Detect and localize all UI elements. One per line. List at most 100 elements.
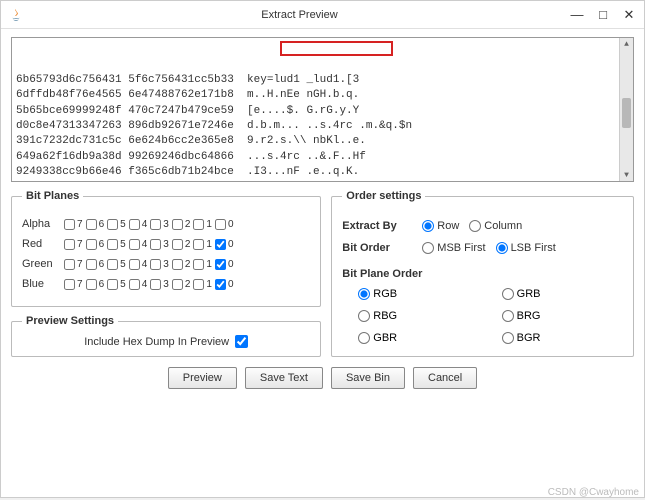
hexdump-preview: 6b65793d6c756431 5f6c756431cc5b33 key=lu…	[11, 37, 634, 182]
left-panels: Bit Planes Alpha76543210Red76543210Green…	[11, 190, 321, 357]
bit-alpha-4: 4	[129, 219, 148, 230]
bit-checkbox-alpha-3[interactable]	[150, 219, 161, 230]
bit-checkbox-red-1[interactable]	[193, 239, 204, 250]
bit-blue-3: 3	[150, 279, 169, 290]
bitplane-row-blue: Blue76543210	[22, 278, 310, 290]
bit-green-4: 4	[129, 259, 148, 270]
bit-alpha-5: 5	[107, 219, 126, 230]
bit-checkbox-blue-2[interactable]	[172, 279, 183, 290]
bit-red-6: 6	[86, 239, 105, 250]
bit-red-1: 1	[193, 239, 212, 250]
bit-blue-5: 5	[107, 279, 126, 290]
order-settings-fieldset: Order settings Extract By RowColumn Bit …	[331, 190, 634, 357]
bit-order-lsb-first[interactable]: LSB First	[496, 242, 556, 254]
bit-checkbox-green-0[interactable]	[215, 259, 226, 270]
bit-alpha-7: 7	[64, 219, 83, 230]
bit-alpha-0: 0	[215, 219, 234, 230]
bit-checkbox-green-2[interactable]	[172, 259, 183, 270]
bitplane-label-blue: Blue	[22, 278, 64, 290]
bit-blue-6: 6	[86, 279, 105, 290]
bit-alpha-6: 6	[86, 219, 105, 230]
extract-by-radio-row[interactable]	[422, 220, 434, 232]
extract-by-row[interactable]: Row	[422, 220, 459, 232]
bit-green-2: 2	[172, 259, 191, 270]
content: 6b65793d6c756431 5f6c756431cc5b33 key=lu…	[1, 29, 644, 497]
plane-order-bgr[interactable]: BGR	[502, 332, 623, 344]
include-hexdump-label: Include Hex Dump In Preview	[84, 336, 229, 348]
bit-checkbox-green-4[interactable]	[129, 259, 140, 270]
plane-order-rbg[interactable]: RBG	[358, 310, 479, 322]
bit-checkbox-blue-1[interactable]	[193, 279, 204, 290]
bit-checkbox-blue-7[interactable]	[64, 279, 75, 290]
cancel-button[interactable]: Cancel	[413, 367, 477, 389]
bit-checkbox-red-0[interactable]	[215, 239, 226, 250]
bitplane-label-red: Red	[22, 238, 64, 250]
bitplane-label-green: Green	[22, 258, 64, 270]
bit-alpha-3: 3	[150, 219, 169, 230]
bit-red-4: 4	[129, 239, 148, 250]
bit-checkbox-blue-6[interactable]	[86, 279, 97, 290]
scroll-up-icon[interactable]: ▲	[622, 39, 631, 49]
plane-order-gbr[interactable]: GBR	[358, 332, 479, 344]
bit-order-radio-lsb-first[interactable]	[496, 242, 508, 254]
bitplane-row-red: Red76543210	[22, 238, 310, 250]
bit-checkbox-alpha-4[interactable]	[129, 219, 140, 230]
bit-checkbox-red-5[interactable]	[107, 239, 118, 250]
bit-red-5: 5	[107, 239, 126, 250]
extract-by-radio-column[interactable]	[469, 220, 481, 232]
bit-checkbox-blue-4[interactable]	[129, 279, 140, 290]
bit-checkbox-red-2[interactable]	[172, 239, 183, 250]
bit-checkbox-red-7[interactable]	[64, 239, 75, 250]
window: Extract Preview — □ ✕ 6b65793d6c756431 5…	[0, 0, 645, 498]
bit-checkbox-alpha-0[interactable]	[215, 219, 226, 230]
bit-checkbox-alpha-1[interactable]	[193, 219, 204, 230]
bit-order-msb-first[interactable]: MSB First	[422, 242, 485, 254]
plane-order-radio-bgr[interactable]	[502, 332, 514, 344]
preview-settings-fieldset: Preview Settings Include Hex Dump In Pre…	[11, 315, 321, 357]
plane-order-grb[interactable]: GRB	[502, 288, 623, 300]
plane-order-radio-rbg[interactable]	[358, 310, 370, 322]
include-hexdump-checkbox[interactable]	[235, 335, 248, 348]
titlebar: Extract Preview — □ ✕	[1, 1, 644, 29]
plane-order-radio-brg[interactable]	[502, 310, 514, 322]
bit-checkbox-blue-3[interactable]	[150, 279, 161, 290]
scroll-down-icon[interactable]: ▼	[622, 170, 631, 180]
preview-button[interactable]: Preview	[168, 367, 237, 389]
bit-checkbox-red-4[interactable]	[129, 239, 140, 250]
save-bin-button[interactable]: Save Bin	[331, 367, 405, 389]
bit-checkbox-green-6[interactable]	[86, 259, 97, 270]
bit-checkbox-red-3[interactable]	[150, 239, 161, 250]
bit-red-0: 0	[215, 239, 234, 250]
plane-order-radio-grb[interactable]	[502, 288, 514, 300]
plane-order-radio-gbr[interactable]	[358, 332, 370, 344]
bit-checkbox-green-5[interactable]	[107, 259, 118, 270]
extract-by-column[interactable]: Column	[469, 220, 522, 232]
bit-order-label: Bit Order	[342, 242, 422, 254]
bit-checkbox-blue-5[interactable]	[107, 279, 118, 290]
bitplane-row-green: Green76543210	[22, 258, 310, 270]
scrollbar[interactable]: ▲ ▼	[619, 38, 633, 181]
window-controls: — □ ✕	[570, 8, 636, 22]
bit-checkbox-alpha-5[interactable]	[107, 219, 118, 230]
bit-checkbox-alpha-7[interactable]	[64, 219, 75, 230]
bitplane-label-alpha: Alpha	[22, 218, 64, 230]
bitplanes-fieldset: Bit Planes Alpha76543210Red76543210Green…	[11, 190, 321, 307]
close-button[interactable]: ✕	[622, 8, 636, 22]
bit-checkbox-green-1[interactable]	[193, 259, 204, 270]
maximize-button[interactable]: □	[596, 8, 610, 22]
plane-order-radio-rgb[interactable]	[358, 288, 370, 300]
bit-green-6: 6	[86, 259, 105, 270]
plane-order-brg[interactable]: BRG	[502, 310, 623, 322]
bit-checkbox-green-7[interactable]	[64, 259, 75, 270]
bit-checkbox-alpha-2[interactable]	[172, 219, 183, 230]
bit-checkbox-alpha-6[interactable]	[86, 219, 97, 230]
scroll-thumb[interactable]	[622, 98, 631, 128]
bit-checkbox-blue-0[interactable]	[215, 279, 226, 290]
bit-checkbox-green-3[interactable]	[150, 259, 161, 270]
bit-checkbox-red-6[interactable]	[86, 239, 97, 250]
minimize-button[interactable]: —	[570, 8, 584, 22]
bit-alpha-2: 2	[172, 219, 191, 230]
bit-order-radio-msb-first[interactable]	[422, 242, 434, 254]
save-text-button[interactable]: Save Text	[245, 367, 323, 389]
plane-order-rgb[interactable]: RGB	[358, 288, 479, 300]
